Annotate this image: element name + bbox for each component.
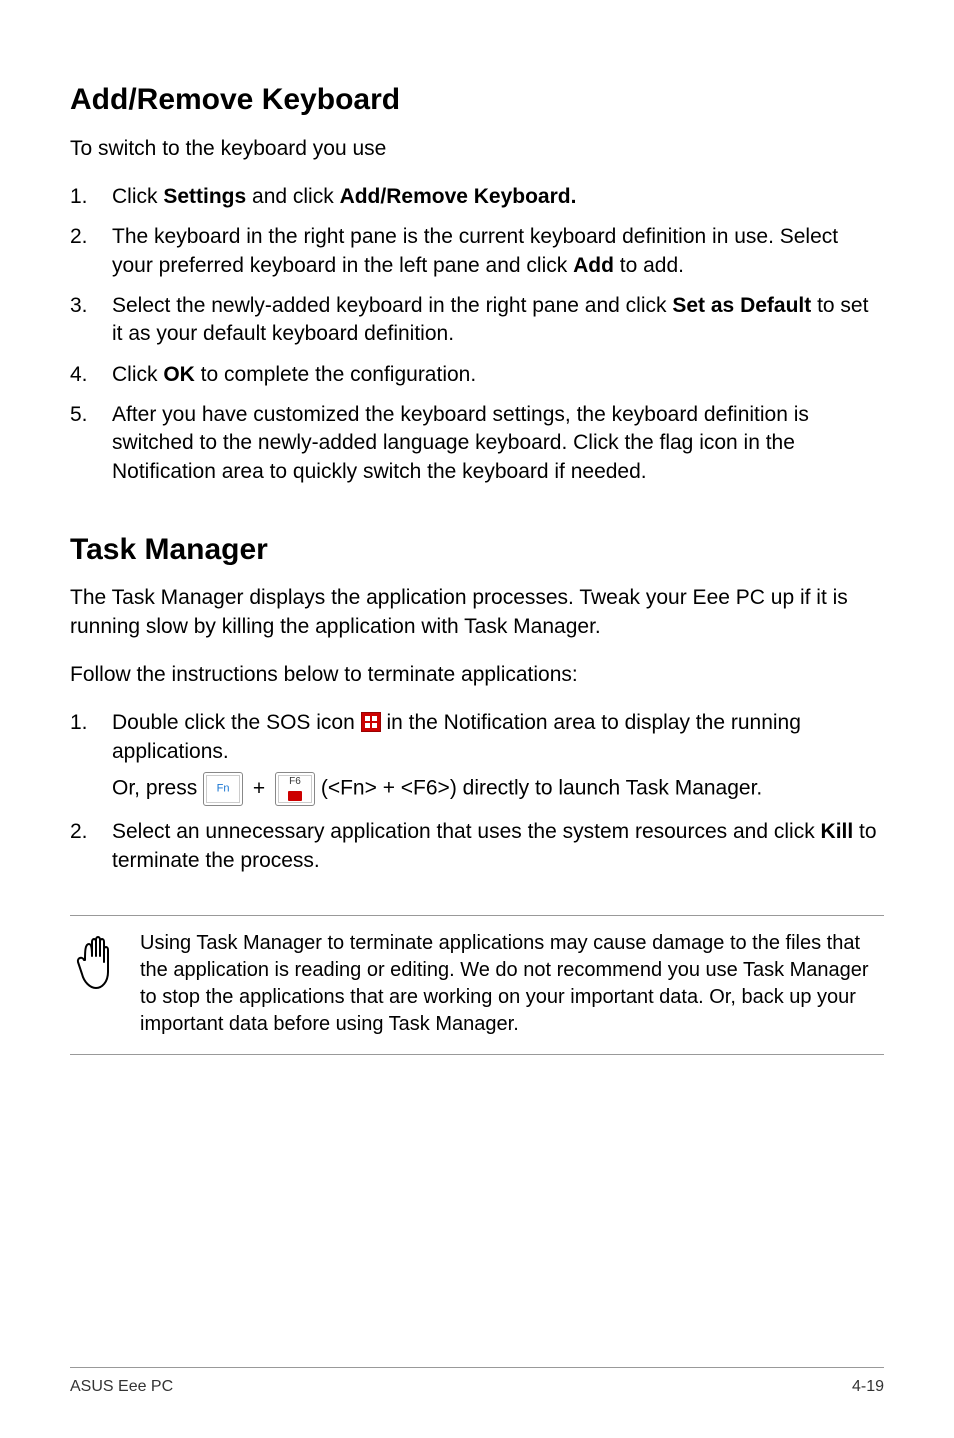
step-body: Click OK to complete the configuration. [112,361,884,389]
hand-icon [70,932,120,1000]
list-item: 2. Select an unnecessary application tha… [70,818,884,875]
intro-text: To switch to the keyboard you use [70,135,884,163]
key-label: Fn [217,784,230,795]
note-block: Using Task Manager to terminate applicat… [70,915,884,1055]
step-body: Double click the SOS icon in the Notific… [112,709,884,806]
bold-text: Add [573,254,614,277]
step-body: Select an unnecessary application that u… [112,818,884,875]
step-number: 4. [70,361,112,389]
bold-text: Add/Remove Keyboard. [340,185,577,208]
text: Double click the SOS icon [112,711,361,734]
bold-text: Kill [821,820,854,843]
sos-icon [361,712,381,732]
plus-sign: + [249,775,269,803]
text: Click [112,185,163,208]
intro-text: The Task Manager displays the applicatio… [70,584,884,641]
bold-text: Settings [163,185,246,208]
text: Click [112,363,163,386]
text: to complete the configuration. [195,363,476,386]
steps-list-2: 1. Double click the SOS icon in the Noti… [70,709,884,874]
list-item: 2. The keyboard in the right pane is the… [70,223,884,280]
key-glyph [288,791,302,801]
step-body: After you have customized the keyboard s… [112,401,884,486]
step-number: 2. [70,223,112,280]
fn-key-icon: Fn [203,772,243,806]
steps-list-1: 1. Click Settings and click Add/Remove K… [70,183,884,486]
step-number: 2. [70,818,112,875]
page-footer: ASUS Eee PC 4-19 [70,1367,884,1398]
note-text: Using Task Manager to terminate applicat… [140,930,884,1038]
step-body: Click Settings and click Add/Remove Keyb… [112,183,884,211]
follow-text: Follow the instructions below to termina… [70,661,884,689]
footer-right: 4-19 [852,1376,884,1398]
list-item: 1. Click Settings and click Add/Remove K… [70,183,884,211]
text: Select the newly-added keyboard in the r… [112,294,672,317]
list-item: 4. Click OK to complete the configuratio… [70,361,884,389]
text: to add. [614,254,684,277]
list-item: 5. After you have customized the keyboar… [70,401,884,486]
heading-task-manager: Task Manager [70,530,884,571]
text: and click [246,185,339,208]
heading-add-remove-keyboard: Add/Remove Keyboard [70,80,884,121]
f6-key-icon: F6 [275,772,315,806]
bold-text: Set as Default [672,294,811,317]
step-number: 5. [70,401,112,486]
step-number: 1. [70,709,112,806]
bold-text: OK [163,363,195,386]
text: Select an unnecessary application that u… [112,820,821,843]
list-item: 1. Double click the SOS icon in the Noti… [70,709,884,806]
or-press-line: Or, press Fn + F6 (<Fn> + <F6>) directly… [112,772,884,806]
key-label: F6 [289,777,301,787]
text: The keyboard in the right pane is the cu… [112,225,838,276]
step-number: 1. [70,183,112,211]
step-number: 3. [70,292,112,349]
text: Or, press [112,777,203,800]
step-body: The keyboard in the right pane is the cu… [112,223,884,280]
list-item: 3. Select the newly-added keyboard in th… [70,292,884,349]
footer-left: ASUS Eee PC [70,1376,173,1398]
step-body: Select the newly-added keyboard in the r… [112,292,884,349]
text: (<Fn> + <F6>) directly to launch Task Ma… [321,777,762,800]
